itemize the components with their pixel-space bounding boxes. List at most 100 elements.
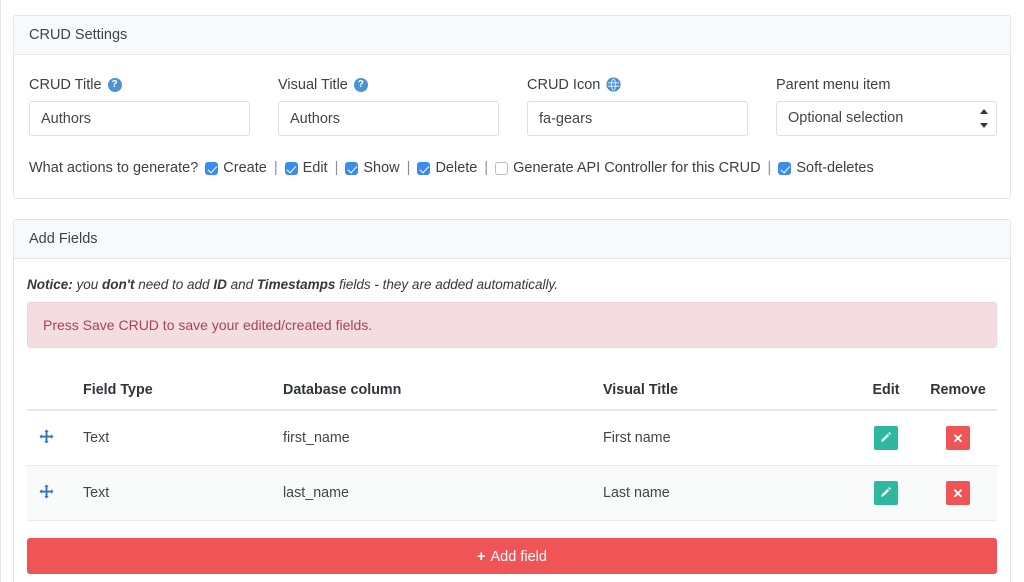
crud-title-label-row: CRUD Title ?	[29, 75, 250, 94]
crud-title-input[interactable]	[29, 101, 250, 136]
row-remove-cell: ✕	[919, 410, 997, 466]
visual-title-group: Visual Title ?	[278, 75, 527, 136]
remove-field-button[interactable]: ✕	[946, 426, 970, 450]
row-edit-cell	[853, 410, 919, 466]
checkbox-create-box[interactable]	[205, 161, 219, 175]
select-updown-arrows-icon	[979, 109, 988, 128]
question-circle-icon[interactable]: ?	[107, 77, 122, 92]
row-remove-cell: ✕	[919, 465, 997, 521]
header-database-column: Database column	[283, 382, 603, 411]
parent-menu-item-label-row: Parent menu item	[776, 75, 997, 94]
visual-title-label: Visual Title	[278, 76, 348, 93]
checkbox-show-label: Show	[363, 160, 400, 176]
crud-title-group: CRUD Title ?	[29, 75, 278, 136]
checkbox-delete-box[interactable]	[417, 161, 431, 175]
page-gutter-divider	[0, 0, 1, 582]
actions-to-generate-row: What actions to generate? Create | Edit …	[29, 136, 995, 198]
crud-icon-label-row: CRUD Icon	[527, 75, 748, 94]
question-circle-icon[interactable]: ?	[353, 77, 368, 92]
header-visual-title: Visual Title	[603, 382, 853, 411]
fields-table-head: Field Type Database column Visual Title …	[27, 382, 997, 411]
fields-table-wrapper: Field Type Database column Visual Title …	[14, 348, 1010, 521]
checkbox-generate-api-controller[interactable]: Generate API Controller for this CRUD	[495, 160, 761, 176]
header-field-type: Field Type	[83, 382, 283, 411]
header-edit: Edit	[853, 382, 919, 411]
crud-settings-form-row: CRUD Title ? Visual Title ?	[29, 55, 997, 136]
notice-part4: fields - they are added automatically.	[335, 277, 559, 292]
table-row: Text last_name Last name ✕	[27, 465, 997, 521]
crud-generator-page: CRUD Settings CRUD Title ? Authors Visua…	[0, 0, 1024, 582]
pencil-icon	[880, 486, 892, 501]
notice-text: Notice: you don't need to add ID and Tim…	[14, 259, 1010, 292]
checkbox-delete[interactable]: Delete	[417, 160, 477, 176]
row-drag-handle-cell[interactable]	[27, 410, 83, 466]
globe-icon[interactable]	[606, 77, 621, 92]
checkbox-show[interactable]: Show	[345, 160, 400, 176]
move-arrows-icon[interactable]	[39, 428, 54, 444]
visual-title-input[interactable]	[278, 101, 499, 136]
header-remove: Remove	[919, 382, 997, 411]
move-arrows-icon[interactable]	[39, 483, 54, 499]
checkbox-create[interactable]: Create	[205, 160, 267, 176]
row-database-column: first_name	[283, 410, 603, 466]
remove-field-button[interactable]: ✕	[946, 481, 970, 505]
checkbox-show-box[interactable]	[345, 161, 359, 175]
notice-part2: need to add	[134, 277, 214, 292]
edit-field-button[interactable]	[874, 481, 898, 505]
checkbox-generate-api-controller-label: Generate API Controller for this CRUD	[513, 160, 761, 176]
checkbox-edit[interactable]: Edit	[284, 160, 328, 176]
row-edit-cell	[853, 465, 919, 521]
notice-part1: you	[72, 277, 103, 292]
add-field-button[interactable]: + Add field	[27, 538, 997, 574]
fields-table-header-row: Field Type Database column Visual Title …	[27, 382, 997, 411]
crud-settings-panel: CRUD Settings CRUD Title ? Authors Visua…	[13, 15, 1011, 199]
checkbox-delete-label: Delete	[435, 160, 478, 176]
separator-5: |	[767, 160, 772, 176]
row-field-type: Text	[83, 410, 283, 466]
row-visual-title: First name	[603, 410, 853, 466]
notice-bold1: don't	[102, 277, 135, 292]
edit-field-button[interactable]	[874, 426, 898, 450]
notice-lead: Notice:	[27, 277, 73, 292]
row-field-type: Text	[83, 465, 283, 521]
crud-settings-panel-title: CRUD Settings	[29, 27, 128, 43]
checkbox-create-label: Create	[223, 160, 267, 176]
checkbox-edit-label: Edit	[302, 160, 328, 176]
parent-menu-item-group: Parent menu item Optional selection	[776, 75, 997, 136]
add-fields-panel-header: Add Fields	[14, 220, 1010, 259]
add-field-button-label: Add field	[490, 549, 547, 565]
crud-icon-input[interactable]	[527, 101, 748, 136]
add-fields-panel-title: Add Fields	[29, 231, 98, 247]
parent-menu-item-label: Parent menu item	[776, 76, 891, 93]
close-x-icon: ✕	[952, 430, 964, 446]
checkbox-soft-deletes[interactable]: Soft-deletes	[778, 160, 874, 176]
separator-1: |	[273, 160, 278, 176]
separator-2: |	[334, 160, 339, 176]
save-crud-alert: Press Save CRUD to save your edited/crea…	[27, 302, 997, 348]
crud-settings-panel-body: CRUD Title ? Visual Title ?	[14, 55, 1010, 198]
pencil-icon	[880, 431, 892, 446]
checkbox-soft-deletes-box[interactable]	[778, 161, 792, 175]
separator-3: |	[406, 160, 411, 176]
row-drag-handle-cell[interactable]	[27, 465, 83, 521]
table-row: Text first_name First name ✕	[27, 410, 997, 466]
checkbox-generate-api-controller-box[interactable]	[495, 161, 509, 175]
crud-icon-label: CRUD Icon	[527, 76, 601, 93]
notice-bold2: ID	[213, 277, 227, 292]
row-database-column: last_name	[283, 465, 603, 521]
notice-part3: and	[226, 277, 257, 292]
parent-menu-item-select[interactable]: Optional selection	[776, 101, 997, 136]
parent-menu-item-select-wrapper[interactable]: Optional selection	[776, 101, 997, 136]
header-handle	[27, 382, 83, 411]
fields-table: Field Type Database column Visual Title …	[27, 382, 997, 521]
crud-title-label: CRUD Title	[29, 76, 102, 93]
crud-settings-panel-header: CRUD Settings	[14, 16, 1010, 55]
fields-table-body: Text first_name First name ✕ Text last_n…	[27, 410, 997, 521]
separator-4: |	[484, 160, 489, 176]
checkbox-edit-box[interactable]	[284, 161, 298, 175]
notice-bold3: Timestamps	[256, 277, 336, 292]
close-x-icon: ✕	[952, 485, 964, 501]
plus-icon: +	[477, 549, 486, 565]
actions-lead-label: What actions to generate?	[29, 160, 199, 176]
add-fields-panel: Add Fields Notice: you don't need to add…	[13, 219, 1011, 582]
